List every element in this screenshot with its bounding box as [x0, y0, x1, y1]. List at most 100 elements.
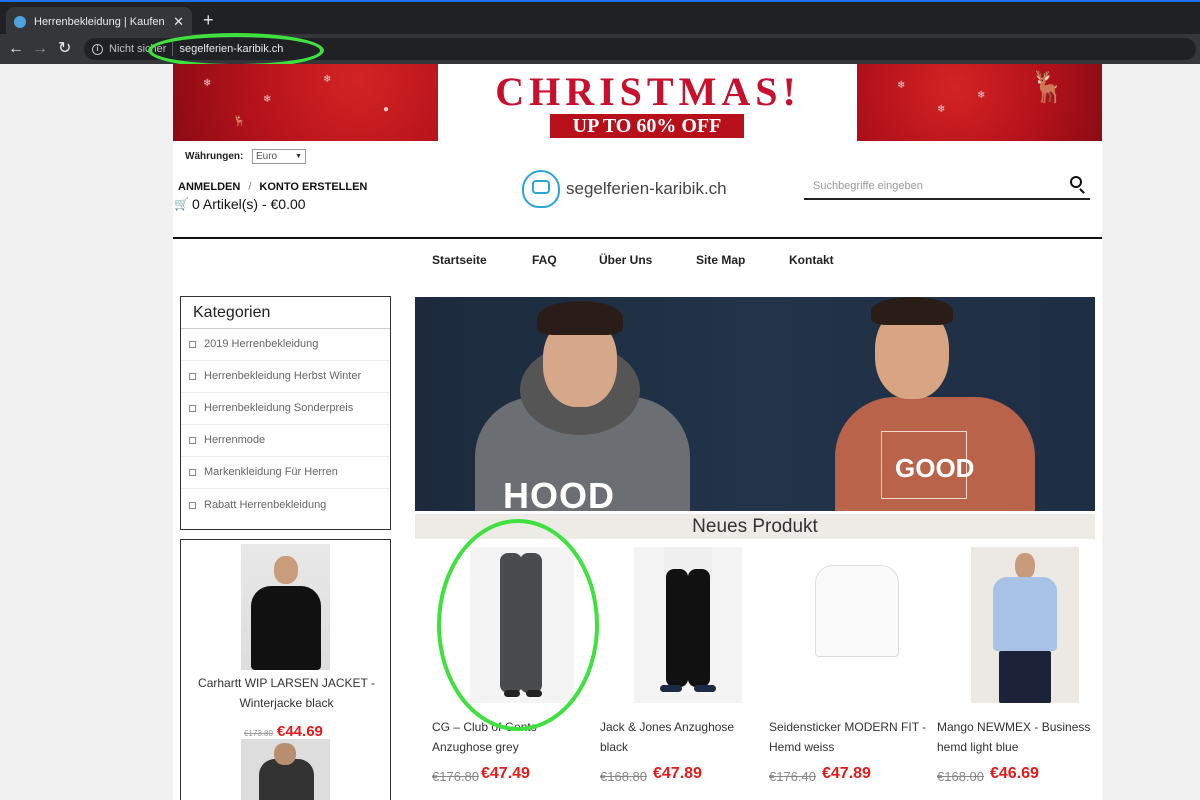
model-head-shape — [1015, 553, 1035, 579]
product-old-price: €168.00 — [937, 769, 984, 784]
nav-kontakt[interactable]: Kontakt — [789, 253, 834, 267]
browser-tab[interactable]: Herrenbekleidung | Kaufen Sie Bi ✕ — [6, 7, 192, 36]
category-item[interactable]: Markenkleidung Für Herren — [181, 457, 390, 489]
shirt-shape — [815, 565, 899, 657]
trouser-leg-shape — [666, 569, 688, 687]
category-label: Herrenmode — [204, 434, 266, 446]
header-divider — [173, 237, 1102, 239]
currency-value: Euro — [256, 151, 278, 162]
product-old-price: €168.80 — [600, 769, 647, 784]
snowflake-icon: ❄ — [897, 80, 906, 91]
shoe-shape — [660, 685, 682, 692]
product-image[interactable] — [634, 547, 742, 703]
next-featured-product-image[interactable] — [241, 739, 330, 800]
nav-site-map[interactable]: Site Map — [696, 253, 745, 267]
shirt-shape — [993, 577, 1057, 651]
jacket-shape — [259, 759, 314, 800]
model-head-shape — [274, 743, 296, 765]
category-item[interactable]: 2019 Herrenbekleidung — [181, 329, 390, 361]
banner-headline: CHRISTMAS! — [495, 69, 801, 114]
category-label: 2019 Herrenbekleidung — [204, 338, 319, 350]
forward-arrow-icon[interactable]: → — [32, 39, 48, 59]
product-old-price: €176.40 — [769, 769, 816, 784]
info-icon[interactable]: i — [92, 43, 103, 55]
snowflake-icon: ❄ — [263, 94, 272, 105]
logo-text: segelferien-karibik.ch — [566, 179, 727, 198]
register-link[interactable]: KONTO ERSTELLEN — [259, 181, 367, 193]
sidebar-featured-product: Carhartt WIP LARSEN JACKET - Winterjacke… — [180, 539, 391, 800]
cart-icon: 🛒 — [174, 197, 189, 211]
bullet-icon — [189, 437, 196, 444]
featured-old-price: €173.80 — [244, 729, 273, 738]
product-image[interactable] — [971, 547, 1079, 703]
christmas-banner[interactable]: ❄ ❄ ❄ 🦌 ● ❄ ❄ ❄ 🦌 CHRISTMAS! UP TO 60% O… — [173, 64, 1102, 141]
product-highlight-annotation — [437, 519, 599, 731]
product-image[interactable] — [803, 547, 911, 703]
trousers-shape — [999, 651, 1051, 703]
url-highlight-annotation — [148, 33, 324, 68]
login-link[interactable]: ANMELDEN — [178, 181, 240, 193]
reload-icon[interactable]: ↻ — [58, 39, 71, 59]
account-links: ANMELDEN / KONTO ERSTELLEN — [178, 181, 367, 193]
jacket-shape — [251, 586, 321, 670]
product-old-price: €176.80 — [432, 769, 479, 784]
bullet-icon — [189, 501, 196, 509]
category-title: Kategorien — [181, 297, 390, 329]
banner-sale-label: UP TO 60% OFF — [550, 114, 744, 138]
hoodie-print-text: HOOD — [503, 475, 615, 511]
site-logo[interactable]: segelferien-karibik.ch — [522, 170, 727, 208]
bullet-icon — [189, 341, 196, 348]
tab-title: Herrenbekleidung | Kaufen Sie Bi — [34, 15, 167, 28]
currency-label: Währungen: — [185, 151, 244, 162]
close-tab-icon[interactable]: ✕ — [173, 14, 184, 30]
category-label: Herrenbekleidung Herbst Winter — [204, 370, 362, 382]
category-item[interactable]: Herrenbekleidung Sonderpreis — [181, 393, 390, 425]
nav-startseite[interactable]: Startseite — [432, 253, 487, 267]
product-new-price: €47.49 — [481, 765, 530, 782]
bullet-icon — [189, 405, 196, 412]
featured-product-image[interactable] — [241, 544, 330, 670]
banner-right-decoration: ❄ ❄ ❄ 🦌 — [857, 64, 1102, 141]
nav-ueber-uns[interactable]: Über Uns — [599, 253, 652, 267]
search-box[interactable]: Suchbegriffe eingeben — [804, 174, 1090, 200]
category-item[interactable]: Herrenmode — [181, 425, 390, 457]
featured-new-price: €44.69 — [277, 723, 323, 740]
shoe-shape — [694, 685, 716, 692]
currency-select[interactable]: Euro ▼ — [252, 149, 306, 164]
model-hair-shape — [871, 297, 953, 325]
browser-tab-strip: Herrenbekleidung | Kaufen Sie Bi ✕ + — [0, 0, 1200, 36]
bullet-icon — [189, 469, 196, 476]
new-tab-button[interactable]: + — [203, 11, 214, 29]
cart-text: 0 Artikel(s) - €0.00 — [191, 196, 306, 212]
category-label: Rabatt Herrenbekleidung — [204, 498, 327, 511]
model-head-shape — [274, 556, 298, 584]
bullet-icon — [189, 373, 196, 380]
logo-icon — [522, 170, 560, 208]
cart-summary[interactable]: 🛒 0 Artikel(s) - €0.00 — [174, 196, 306, 212]
product-name[interactable]: Seidensticker MODERN FIT - Hemd weiss — [769, 717, 927, 757]
snowflake-icon: ❄ — [203, 78, 212, 89]
snowflake-icon: ❄ — [323, 74, 332, 85]
category-label: Herrenbekleidung Sonderpreis — [204, 402, 354, 414]
sweater-print-text: GOOD — [895, 453, 975, 483]
featured-product-name[interactable]: Carhartt WIP LARSEN JACKET - Winterjacke… — [185, 673, 388, 713]
reindeer-icon: 🦌 — [1029, 71, 1067, 104]
category-item[interactable]: Herrenbekleidung Herbst Winter — [181, 361, 390, 393]
search-input[interactable]: Suchbegriffe eingeben — [813, 180, 923, 192]
back-arrow-icon[interactable]: ← — [8, 39, 24, 59]
chevron-down-icon: ▼ — [295, 153, 302, 160]
banner-left-decoration: ❄ ❄ ❄ 🦌 ● — [173, 64, 438, 141]
product-name[interactable]: Jack & Jones Anzughose black — [600, 717, 758, 757]
sleigh-icon: 🦌 — [233, 116, 246, 127]
search-icon[interactable] — [1070, 176, 1082, 188]
category-sidebar: Kategorien 2019 Herrenbekleidung Herrenb… — [180, 296, 391, 530]
hero-banner[interactable]: HOOD GOOD — [415, 297, 1095, 511]
category-label: Markenkleidung Für Herren — [204, 466, 338, 478]
category-item[interactable]: Rabatt Herrenbekleidung — [181, 489, 390, 521]
product-name[interactable]: Mango NEWMEX - Business hemd light blue — [937, 717, 1095, 757]
product-new-price: €46.69 — [990, 765, 1039, 782]
trouser-leg-shape — [688, 569, 710, 687]
product-new-price: €47.89 — [822, 765, 871, 782]
nav-faq[interactable]: FAQ — [532, 253, 557, 267]
favicon-icon — [14, 15, 26, 28]
